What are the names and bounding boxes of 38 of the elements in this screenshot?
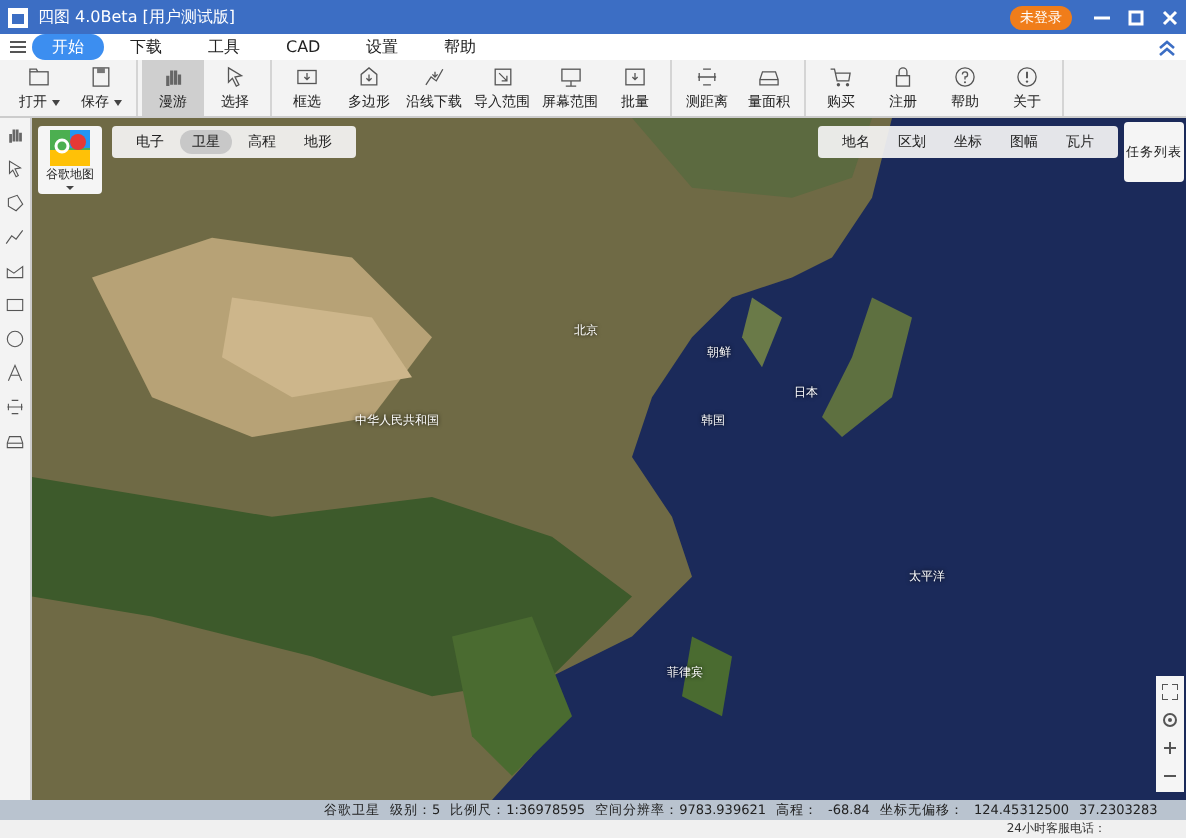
line-download-icon [421, 64, 447, 90]
ruler-icon [694, 64, 720, 90]
area-icon[interactable] [4, 430, 26, 452]
rectangle-icon[interactable] [4, 294, 26, 316]
window-title: 四图 4.0Beta [用户测试版] [38, 8, 235, 26]
batch-icon [622, 64, 648, 90]
cart-icon [828, 64, 854, 90]
ruler-icon[interactable] [4, 396, 26, 418]
fullscreen-icon[interactable] [1162, 684, 1178, 700]
collapse-icon[interactable] [1158, 39, 1176, 55]
polyline-icon[interactable] [4, 226, 26, 248]
menu-tab[interactable]: 工具 [188, 34, 260, 60]
info-icon [1014, 64, 1040, 90]
menu-tab[interactable]: CAD [266, 36, 341, 58]
maximize-icon[interactable] [1128, 9, 1144, 25]
cursor-icon [222, 64, 248, 90]
circle-icon[interactable] [4, 328, 26, 350]
app-logo-icon [8, 7, 28, 27]
import-icon [489, 64, 515, 90]
help-icon [952, 64, 978, 90]
polygon-icon[interactable] [4, 192, 26, 214]
shape-icon[interactable] [4, 260, 26, 282]
box-select-icon [294, 64, 320, 90]
menu-tab[interactable]: 下载 [110, 34, 182, 60]
menu-icon[interactable] [10, 40, 26, 54]
menu-tab[interactable]: 设置 [346, 34, 419, 60]
polygon-icon [356, 64, 382, 90]
monitor-icon [557, 64, 583, 90]
locate-icon[interactable] [1162, 712, 1178, 728]
map-app-icon [50, 130, 90, 166]
folder-icon [26, 64, 52, 90]
menu-tab[interactable]: 帮助 [424, 34, 497, 60]
cursor-icon[interactable] [4, 158, 26, 180]
zoom-in-icon[interactable] [1162, 740, 1178, 756]
text-icon[interactable] [4, 362, 26, 384]
caret-icon [66, 186, 74, 190]
close-icon[interactable] [1162, 9, 1178, 25]
lock-icon [890, 64, 916, 90]
